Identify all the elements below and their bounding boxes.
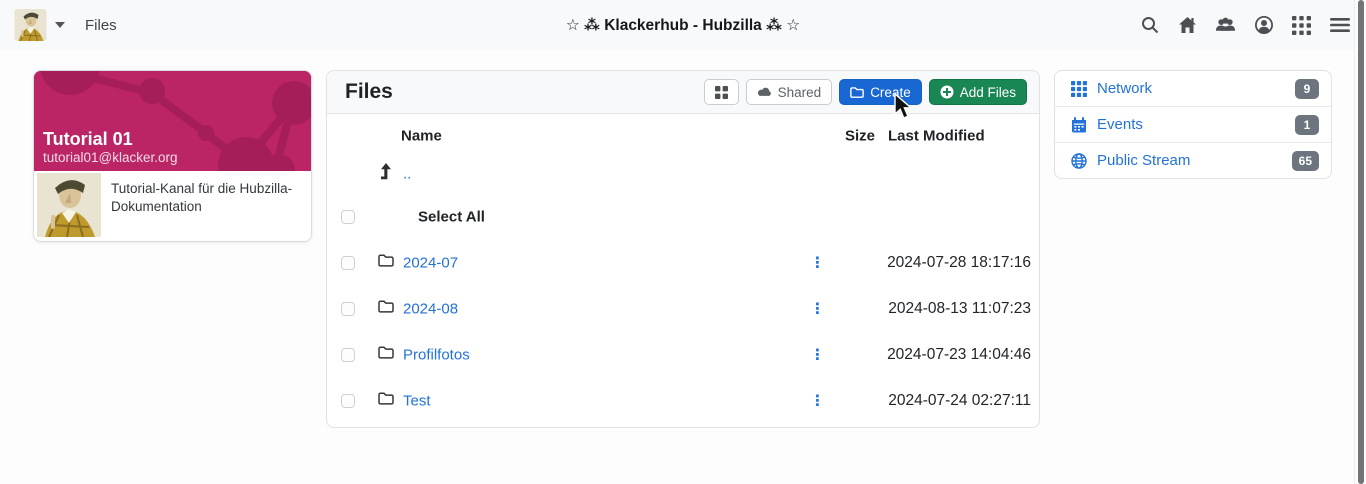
breadcrumb: Files	[85, 16, 117, 34]
add-files-button-label: Add Files	[959, 84, 1016, 100]
scrollbar-thumb[interactable]	[1358, 0, 1364, 484]
scrollbar-track[interactable]	[1354, 0, 1366, 484]
row-checkbox[interactable]	[341, 394, 355, 408]
top-navbar: Files ☆ ⁂ Klackerhub - Hubzilla ⁂ ☆	[0, 0, 1366, 50]
create-button-label: Create	[870, 84, 911, 100]
files-panel-header: Files Shared Create Add Files	[327, 71, 1039, 114]
folder-icon	[378, 300, 394, 319]
cloud-icon	[757, 87, 771, 96]
grid-3x3-icon	[1071, 80, 1088, 97]
files-panel: Files Shared Create Add Files Name Size …	[326, 70, 1040, 428]
page: Files ☆ ⁂ Klackerhub - Hubzilla ⁂ ☆ Tuto…	[0, 0, 1366, 484]
count-badge: 9	[1295, 78, 1319, 99]
create-button[interactable]: Create	[839, 79, 922, 105]
page-title: Files	[345, 80, 393, 103]
sidebar-item-network[interactable]: Network 9	[1055, 71, 1331, 107]
row-checkbox[interactable]	[341, 302, 355, 316]
avatar-image	[14, 9, 47, 41]
profile-avatar[interactable]	[37, 173, 101, 237]
last-modified-cell: 2024-07-28 18:17:16	[887, 254, 1031, 271]
sidebar-item-label: Public Stream	[1097, 152, 1191, 169]
file-row: 2024-07 ⋮ 2024-07-28 18:17:16	[327, 240, 1039, 286]
globe-icon	[1071, 152, 1088, 169]
select-all-checkbox[interactable]	[341, 210, 355, 224]
file-row: Profilfotos ⋮ 2024-07-23 14:04:46	[327, 332, 1039, 378]
last-modified-cell: 2024-07-23 14:04:46	[887, 346, 1031, 363]
parent-directory-link[interactable]: ..	[403, 166, 411, 183]
folder-link[interactable]: Profilfotos	[403, 347, 470, 364]
folder-icon	[378, 346, 394, 365]
calendar-icon	[1071, 116, 1088, 133]
apps-grid-icon[interactable]	[1291, 15, 1312, 36]
account-icon[interactable]	[1253, 15, 1274, 36]
folder-icon	[378, 392, 394, 411]
chevron-down-icon[interactable]	[55, 22, 65, 28]
parent-directory-row: ..	[327, 151, 1039, 197]
channel-address: tutorial01@klacker.org	[43, 150, 178, 165]
view-toggle-button[interactable]	[703, 79, 739, 105]
avatar-image	[37, 173, 101, 237]
shared-button-label: Shared	[777, 84, 822, 100]
row-menu-icon[interactable]: ⋮	[810, 302, 825, 317]
channel-name: Tutorial 01	[43, 129, 133, 150]
folder-icon	[850, 86, 865, 98]
count-badge: 65	[1291, 150, 1319, 171]
row-menu-icon[interactable]: ⋮	[810, 394, 825, 409]
folder-link[interactable]: Test	[403, 393, 431, 410]
channel-description: Tutorial-Kanal für die Hubzilla-Dokument…	[111, 181, 293, 215]
sidebar-item-events[interactable]: Events 1	[1055, 107, 1331, 143]
file-row: 2024-08 ⋮ 2024-08-13 11:07:23	[327, 286, 1039, 332]
column-header-name[interactable]: Name	[401, 128, 442, 145]
home-icon[interactable]	[1177, 15, 1198, 36]
right-sidebar: Network 9 Events 1 Public Stream 65	[1054, 70, 1332, 179]
count-badge: 1	[1295, 114, 1319, 135]
channel-avatar[interactable]	[14, 9, 47, 41]
sidebar-item-label: Events	[1097, 116, 1143, 133]
menu-icon[interactable]	[1329, 15, 1350, 36]
folder-link[interactable]: 2024-08	[403, 301, 458, 318]
row-menu-icon[interactable]: ⋮	[810, 256, 825, 271]
column-header-size[interactable]: Size	[845, 128, 875, 145]
row-checkbox[interactable]	[341, 256, 355, 270]
row-menu-icon[interactable]: ⋮	[810, 348, 825, 363]
last-modified-cell: 2024-07-24 02:27:11	[888, 392, 1031, 409]
level-up-icon	[378, 163, 392, 185]
shared-button[interactable]: Shared	[745, 79, 833, 105]
plus-circle-icon	[940, 85, 954, 99]
file-row: Test ⋮ 2024-07-24 02:27:11	[327, 378, 1039, 424]
channel-profile-card: Tutorial 01 tutorial01@klacker.org Tutor…	[33, 70, 312, 242]
column-header-modified[interactable]: Last Modified	[888, 128, 985, 145]
add-files-button[interactable]: Add Files	[928, 79, 1027, 105]
grid-2x2-icon	[714, 85, 728, 99]
last-modified-cell: 2024-08-13 11:07:23	[888, 300, 1031, 317]
search-icon[interactable]	[1139, 15, 1160, 36]
folder-icon	[378, 254, 394, 273]
row-checkbox[interactable]	[341, 348, 355, 362]
folder-link[interactable]: 2024-07	[403, 255, 458, 272]
groups-icon[interactable]	[1215, 15, 1236, 36]
sidebar-item-label: Network	[1097, 80, 1153, 97]
select-all-label: Select All	[418, 208, 485, 226]
channel-banner: Tutorial 01 tutorial01@klacker.org	[34, 71, 311, 171]
sidebar-item-public-stream[interactable]: Public Stream 65	[1055, 143, 1331, 178]
select-all-row: Select All	[327, 194, 1039, 240]
